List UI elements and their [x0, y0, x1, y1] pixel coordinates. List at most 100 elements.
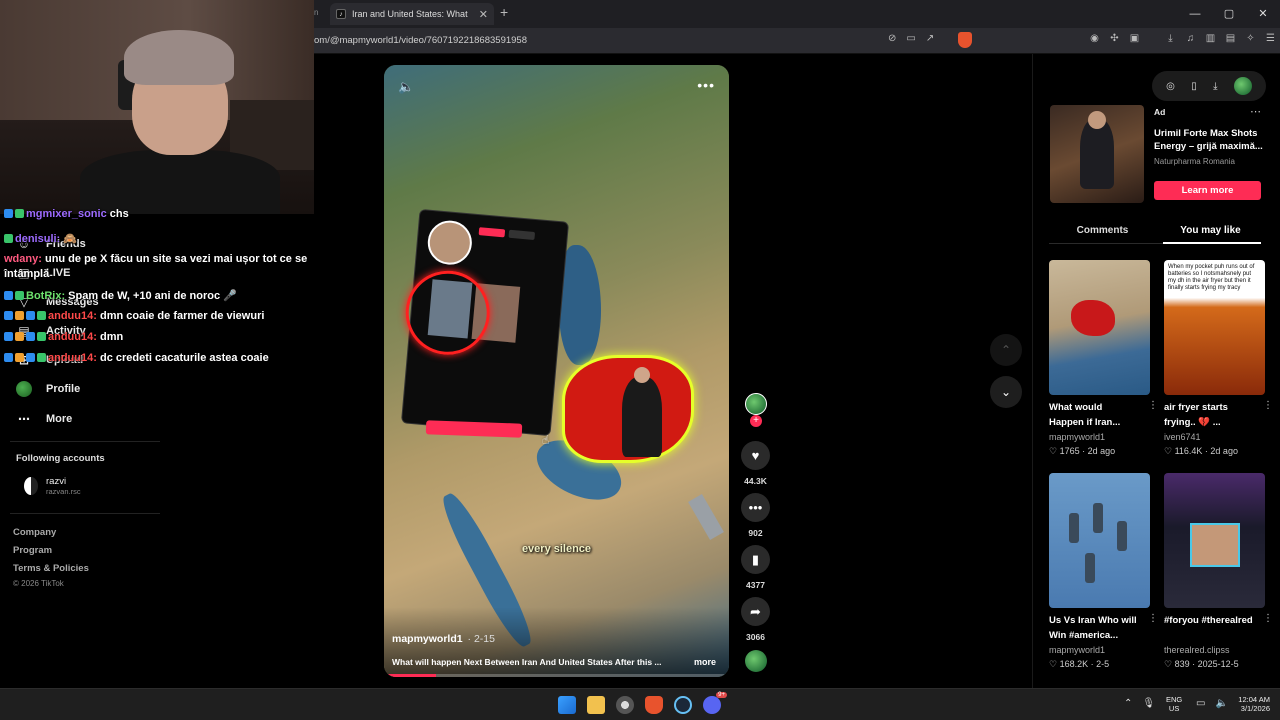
- maximize-button[interactable]: ▢: [1212, 0, 1246, 28]
- nav-more[interactable]: ⋯ More: [16, 411, 72, 427]
- recommended-author[interactable]: iven6741: [1164, 432, 1201, 442]
- recommended-video[interactable]: #foryou #therealred ⋮ therealred.clipss …: [1164, 473, 1273, 669]
- recommended-title: What would Happen if Iran...: [1049, 402, 1121, 428]
- language-code: ENG: [1166, 695, 1183, 704]
- following-account-name: razvi: [46, 476, 67, 487]
- wallet-icon[interactable]: ▤: [1224, 33, 1237, 44]
- ad-title[interactable]: Urimil Forte Max Shots Energy – grijă ma…: [1154, 127, 1266, 153]
- more-icon: ⋯: [18, 412, 30, 426]
- footer-link-company[interactable]: Company: [13, 527, 56, 538]
- translate-icon[interactable]: ⊘: [888, 33, 896, 44]
- brave-browser-icon[interactable]: [645, 696, 663, 714]
- system-clock[interactable]: 12:04 AM 3/1/2026: [1230, 695, 1270, 713]
- discord-icon[interactable]: 9+: [703, 692, 727, 714]
- volume-icon[interactable]: 🔈: [398, 79, 414, 95]
- save-count: 4377: [746, 580, 765, 590]
- ad-options-icon[interactable]: ⋯: [1250, 105, 1261, 118]
- video-progress-bar[interactable]: [384, 674, 729, 677]
- recommended-options-icon[interactable]: ⋮: [1263, 613, 1273, 624]
- active-tab[interactable]: ♪ Iran and United States: What ✕: [330, 3, 494, 25]
- music-icon[interactable]: ♫: [1184, 33, 1197, 44]
- tray-chevron-up-icon[interactable]: ⌃: [1124, 698, 1132, 709]
- close-tab-icon[interactable]: ✕: [479, 8, 488, 21]
- recommended-video[interactable]: What would Happen if Iran... ⋮ mapmyworl…: [1049, 260, 1158, 456]
- compass-icon[interactable]: ◎: [1166, 81, 1175, 92]
- share-button[interactable]: ➦: [741, 597, 770, 626]
- phone-icon[interactable]: ▯: [1191, 81, 1197, 92]
- following-account-item[interactable]: razvi razvan.rsc: [24, 476, 81, 496]
- share-icon[interactable]: ↗: [926, 33, 934, 44]
- recommended-title: #foryou #therealred: [1164, 615, 1253, 626]
- tab-you-may-like[interactable]: You may like: [1157, 225, 1264, 236]
- sidebar-icon[interactable]: ▥: [1204, 33, 1217, 44]
- extension-icon[interactable]: ◉: [1088, 33, 1101, 44]
- column-divider: [1032, 54, 1033, 688]
- streamer-webcam: [0, 0, 314, 214]
- windows-start-icon[interactable]: [558, 696, 576, 714]
- language-indicator[interactable]: ENG US: [1166, 695, 1182, 713]
- chat-message: BotRix: Spam de W, +10 ani de noroc 🎤: [4, 289, 237, 302]
- recommended-options-icon[interactable]: ⋮: [1263, 400, 1273, 411]
- recommended-author[interactable]: mapmyworld1: [1049, 432, 1105, 442]
- network-icon[interactable]: ▭: [1196, 698, 1205, 709]
- puzzle-icon[interactable]: ✣: [1108, 33, 1121, 44]
- recommended-thumbnail[interactable]: [1049, 260, 1150, 395]
- comment-icon: •••: [748, 500, 763, 515]
- nav-profile[interactable]: Profile: [16, 381, 80, 397]
- brave-shield-icon[interactable]: [958, 32, 972, 48]
- tab-title: Iran and United States: What: [352, 9, 468, 19]
- recommended-video[interactable]: Us Vs Iran Who will Win #america... ⋮ ma…: [1049, 473, 1158, 669]
- save-button[interactable]: ▮: [741, 545, 770, 574]
- download-icon[interactable]: ⤓: [1164, 33, 1177, 44]
- footer-link-program[interactable]: Program: [13, 545, 52, 556]
- like-button[interactable]: ♥: [741, 441, 770, 470]
- previous-tab-stub[interactable]: n: [314, 8, 318, 17]
- menu-icon[interactable]: ☰: [1264, 33, 1277, 44]
- creator-avatar[interactable]: [745, 393, 767, 415]
- system-status-icons: ▭ 🔈: [1196, 698, 1228, 709]
- recommended-options-icon[interactable]: ⋮: [1148, 400, 1158, 411]
- video-player[interactable]: 🔈 ••• every silence ☝ mapmyworld1 · 2-15…: [384, 65, 729, 677]
- chat-message: anduu14: dmn: [4, 331, 123, 343]
- comment-button[interactable]: •••: [741, 493, 770, 522]
- chat-message: anduu14: dc credeti cacaturile astea coa…: [4, 352, 269, 364]
- learn-more-button[interactable]: Learn more: [1154, 181, 1261, 200]
- recommended-video[interactable]: When my pocket puh runs out of batteries…: [1164, 260, 1273, 456]
- leo-icon[interactable]: ✧: [1244, 33, 1257, 44]
- recommended-author[interactable]: mapmyworld1: [1049, 645, 1105, 655]
- follow-plus-icon[interactable]: +: [750, 415, 762, 427]
- next-video-button[interactable]: ⌄: [990, 376, 1022, 408]
- microphone-icon[interactable]: 🎙: [1142, 698, 1155, 709]
- top-tools-bar: ◎ ▯ ⤓: [1152, 71, 1266, 101]
- recommended-options-icon[interactable]: ⋮: [1148, 613, 1158, 624]
- video-author[interactable]: mapmyworld1 · 2-15: [392, 633, 495, 645]
- avatar[interactable]: [1233, 77, 1252, 95]
- share-count: 3066: [746, 632, 765, 642]
- new-tab-button[interactable]: +: [500, 4, 508, 20]
- tab-comments[interactable]: Comments: [1049, 225, 1156, 236]
- url-field[interactable]: om/@mapmyworld1/video/760719221868359195…: [314, 35, 527, 46]
- volume-tray-icon[interactable]: 🔈: [1215, 698, 1227, 709]
- description-more-link[interactable]: more: [694, 657, 716, 667]
- comment-count: 902: [748, 528, 763, 538]
- cast-icon[interactable]: ▭: [906, 33, 915, 44]
- screenshot-icon[interactable]: ▣: [1128, 33, 1141, 44]
- recommended-author[interactable]: therealred.clipss: [1164, 645, 1230, 655]
- previous-video-button[interactable]: ⌃: [990, 334, 1022, 366]
- close-window-button[interactable]: ✕: [1246, 0, 1280, 28]
- recommended-thumbnail[interactable]: [1049, 473, 1150, 608]
- minimize-button[interactable]: —: [1178, 0, 1212, 28]
- music-disc-icon[interactable]: [745, 650, 767, 672]
- recommended-thumbnail[interactable]: When my pocket puh runs out of batteries…: [1164, 260, 1265, 395]
- download-app-icon[interactable]: ⤓: [1213, 81, 1217, 92]
- steam-icon[interactable]: [674, 696, 692, 714]
- recommended-thumbnail[interactable]: [1164, 473, 1265, 608]
- browser-icon[interactable]: [616, 696, 634, 714]
- ad-thumbnail[interactable]: [1050, 105, 1144, 203]
- video-more-icon[interactable]: •••: [697, 77, 715, 93]
- video-author-name[interactable]: mapmyworld1: [392, 633, 463, 645]
- copyright: © 2026 TikTok: [13, 579, 64, 588]
- active-tab-indicator: [1163, 242, 1261, 244]
- footer-link-terms[interactable]: Terms & Policies: [13, 563, 89, 574]
- file-explorer-icon[interactable]: [587, 696, 605, 714]
